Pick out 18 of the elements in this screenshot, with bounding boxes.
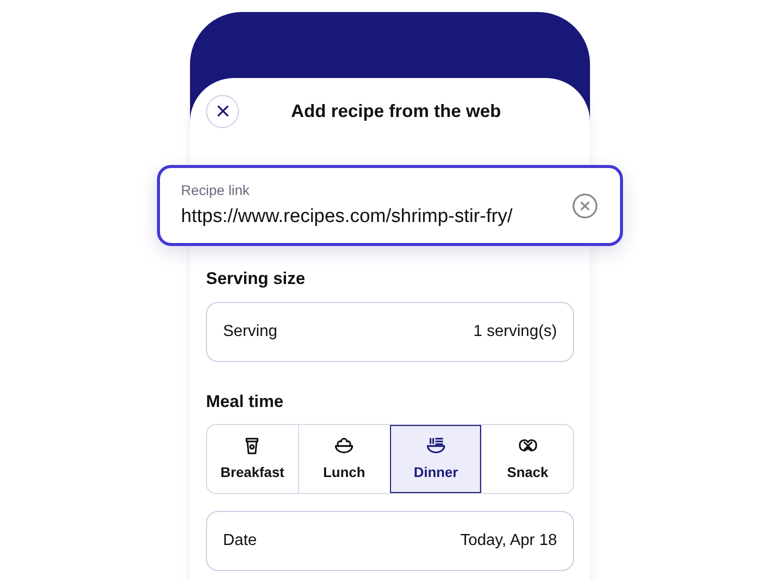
date-field[interactable]: Date Today, Apr 18: [206, 511, 574, 571]
meal-time-option[interactable]: Snack: [481, 425, 573, 493]
clear-icon[interactable]: [572, 192, 598, 218]
section-heading: Serving size: [206, 268, 306, 290]
field-value: 1 serving(s): [473, 322, 557, 342]
close-button[interactable]: [206, 94, 239, 128]
section-heading: Meal time: [206, 390, 284, 412]
meal-time-option[interactable]: Breakfast: [207, 425, 298, 493]
field-label: Date: [223, 531, 257, 551]
field-label: Recipe link: [181, 180, 250, 200]
recipe-link-field[interactable]: Recipe link https://www.recipes.com/shrimp-stir-fry/: [157, 165, 623, 246]
dialog-title: Add recipe from the web: [291, 100, 502, 123]
close-icon: [216, 105, 228, 117]
field-label: Serving: [223, 322, 278, 342]
field-value: https://www.recipes.com/shrimp-stir-fry/: [181, 204, 514, 229]
serving-field[interactable]: Serving 1 serving(s): [206, 302, 574, 362]
field-value: Today, Apr 18: [460, 531, 557, 551]
meal-time-option[interactable]: Dinner: [390, 425, 482, 493]
